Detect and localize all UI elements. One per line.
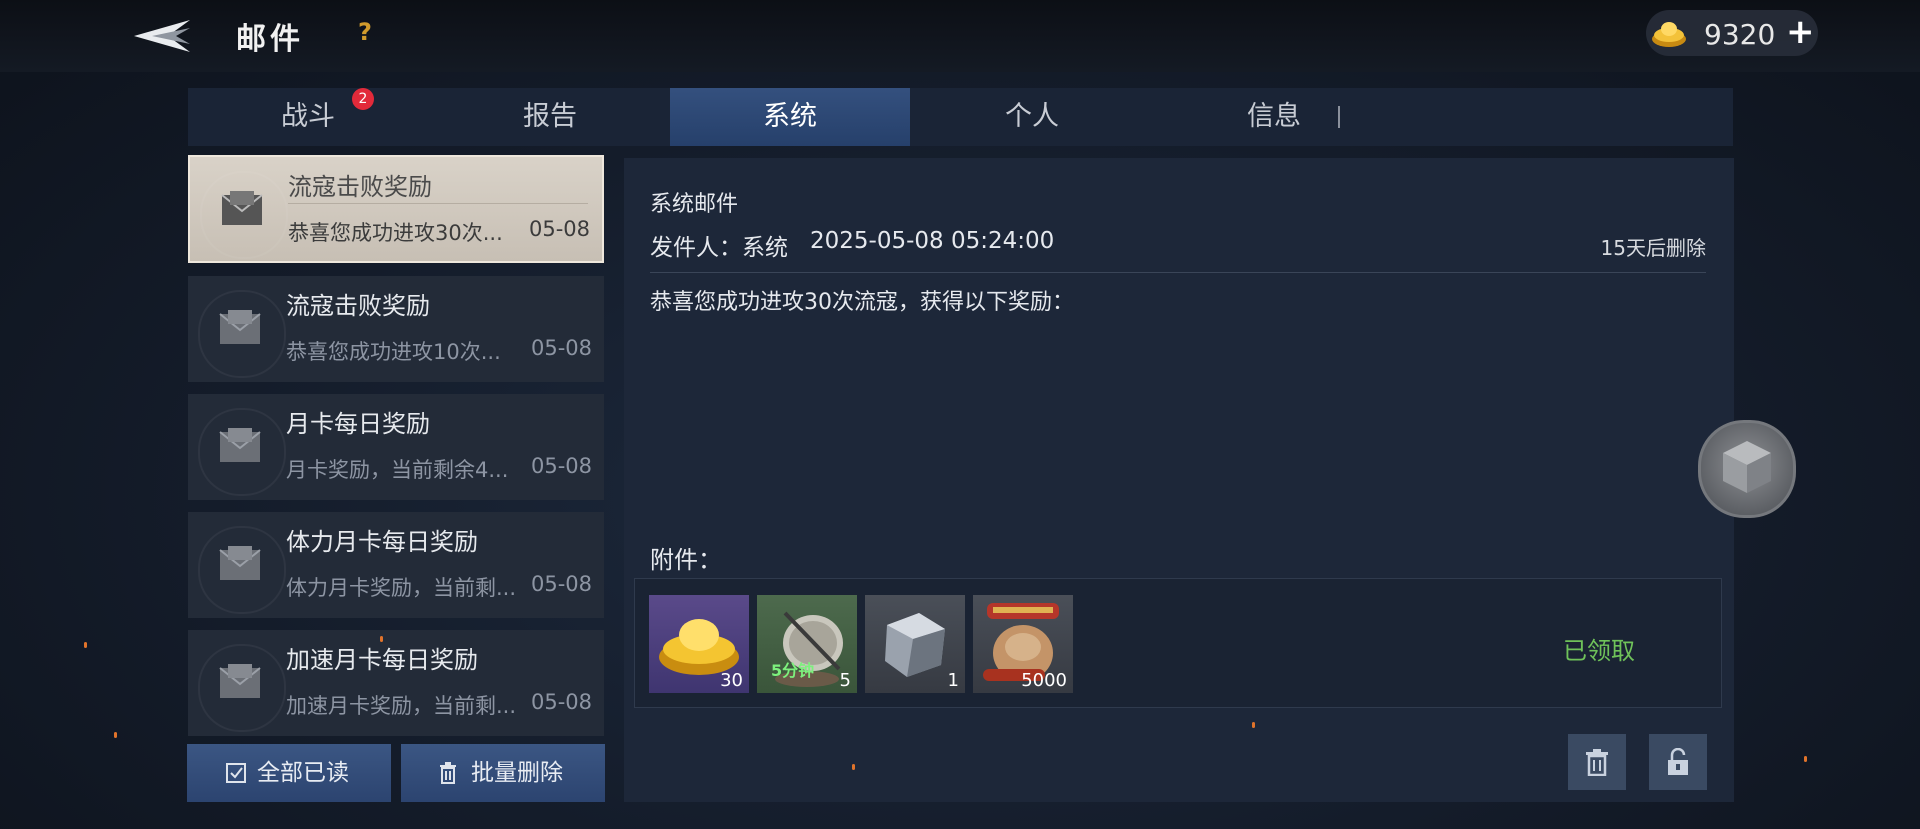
add-gold-button[interactable]: + [1786, 12, 1815, 52]
mail-date: 05-08 [530, 572, 592, 596]
attachments-box: 30 5分钟 5 1 5000 已领取 [634, 578, 1722, 708]
mail-item[interactable]: 流寇击败奖励 恭喜您成功进攻30次... 05-08 [188, 155, 604, 263]
gold-currency-display: 9320 + [1646, 10, 1818, 56]
mail-item[interactable]: 月卡每日奖励 月卡奖励，当前剩余4... 05-08 [188, 394, 604, 500]
attachment-quantity: 5000 [1021, 670, 1067, 691]
mail-datetime: 2025-05-08 05:24:00 [810, 228, 1055, 254]
mail-preview: 恭喜您成功进攻10次... [286, 340, 501, 364]
floating-cube-button[interactable] [1698, 420, 1796, 518]
mark-all-read-button[interactable]: 全部已读 [187, 744, 391, 802]
divider [650, 272, 1706, 273]
checkbox-icon [226, 763, 246, 783]
mail-date: 05-08 [530, 454, 592, 478]
mail-date: 05-08 [530, 336, 592, 360]
unread-badge: 2 [352, 88, 374, 110]
mail-preview: 月卡奖励，当前剩余4... [286, 458, 509, 482]
claimed-status: 已领取 [1563, 637, 1635, 665]
envelope-icon [219, 664, 261, 698]
cube-icon [1723, 441, 1771, 493]
tab-system[interactable]: 系统 [670, 88, 910, 146]
mail-item[interactable]: 体力月卡每日奖励 体力月卡奖励，当前剩... 05-08 [188, 512, 604, 618]
tab-battle[interactable]: 战斗 2 [188, 88, 428, 146]
trash-icon [440, 762, 456, 784]
gold-amount: 9320 [1704, 18, 1776, 51]
unlock-icon [1668, 748, 1688, 775]
mail-title: 体力月卡每日奖励 [286, 528, 478, 556]
envelope-icon [219, 310, 261, 344]
envelope-icon [221, 191, 263, 225]
speedup-label: 5分钟 [771, 661, 815, 680]
ember-particle [1804, 756, 1807, 762]
attachment-item[interactable]: 5分钟 5 [757, 595, 857, 693]
mail-detail-panel: 系统邮件 发件人：系统 2025-05-08 05:24:00 15天后删除 恭… [624, 158, 1734, 802]
batch-delete-button[interactable]: 批量删除 [401, 744, 605, 802]
gold-ingot-icon [1652, 22, 1686, 47]
mail-detail-title: 系统邮件 [650, 192, 739, 217]
attachment-item[interactable]: 1 [865, 595, 965, 693]
ember-particle [114, 732, 117, 738]
tab-report[interactable]: 报告 [430, 88, 670, 146]
mail-title: 加速月卡每日奖励 [286, 646, 478, 674]
help-icon[interactable]: ? [358, 18, 372, 46]
mail-tabs: 战斗 2 报告 系统 个人 信息 [188, 88, 1733, 146]
ember-particle [380, 636, 383, 642]
mail-preview: 恭喜您成功进攻30次... [288, 221, 503, 245]
attachment-item[interactable]: 5000 [973, 595, 1073, 693]
delete-mail-button[interactable] [1568, 734, 1626, 790]
mail-preview: 加速月卡奖励，当前剩... [286, 694, 517, 718]
trash-icon [1586, 749, 1608, 776]
attachment-quantity: 1 [947, 670, 959, 691]
mail-body: 恭喜您成功进攻30次流寇，获得以下奖励： [650, 290, 1074, 315]
envelope-icon [219, 428, 261, 462]
top-bar: 邮件 ? 9320 + [0, 0, 1920, 72]
mail-preview: 体力月卡奖励，当前剩... [286, 576, 517, 600]
attachments-label: 附件： [650, 546, 722, 574]
mail-title: 流寇击败奖励 [288, 173, 432, 201]
mail-expire-note: 15天后删除 [1600, 236, 1706, 260]
attachment-item[interactable]: 30 [649, 595, 749, 693]
page-title: 邮件 [236, 22, 304, 57]
back-arrow-icon[interactable] [128, 14, 198, 58]
ember-particle [84, 642, 87, 648]
attachment-quantity: 30 [720, 670, 743, 691]
attachment-quantity: 5 [839, 670, 851, 691]
mail-item[interactable]: 流寇击败奖励 恭喜您成功进攻10次... 05-08 [188, 276, 604, 382]
mail-date: 05-08 [528, 217, 590, 241]
mail-title: 月卡每日奖励 [286, 410, 430, 438]
mail-title: 流寇击败奖励 [286, 292, 430, 320]
envelope-icon [219, 546, 261, 580]
mail-item[interactable]: 加速月卡每日奖励 加速月卡奖励，当前剩... 05-08 [188, 630, 604, 736]
tab-info[interactable]: 信息 [1154, 88, 1394, 146]
ember-particle [852, 764, 855, 770]
mail-sender: 发件人：系统 [650, 235, 788, 261]
mail-date: 05-08 [530, 690, 592, 714]
unlock-mail-button[interactable] [1649, 734, 1707, 790]
tab-personal[interactable]: 个人 [912, 88, 1152, 146]
ember-particle [1252, 722, 1255, 728]
